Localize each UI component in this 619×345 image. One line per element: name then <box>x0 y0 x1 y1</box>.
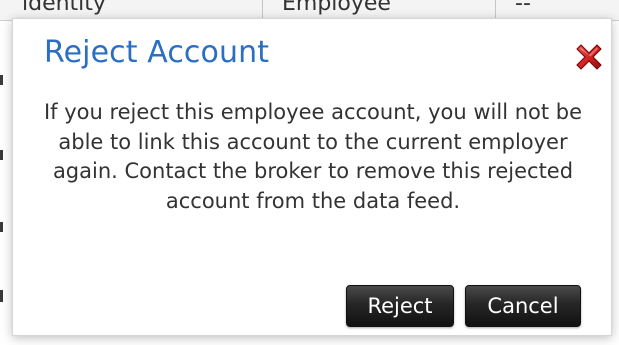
background-row-marker <box>0 150 3 160</box>
background-row-marker <box>0 222 3 232</box>
reject-button[interactable]: Reject <box>346 285 454 327</box>
dialog-actions: Reject Cancel <box>11 285 611 329</box>
background-row-marker <box>0 290 3 302</box>
background-row-marker <box>0 75 3 85</box>
close-button[interactable] <box>571 39 607 75</box>
reject-account-dialog: Reject Account If you reject this employ… <box>12 18 612 336</box>
dialog-message: If you reject this employee account, you… <box>43 100 583 213</box>
dialog-title: Reject Account <box>44 35 270 70</box>
close-icon <box>576 44 602 70</box>
background-header-dashes: -- <box>515 0 531 16</box>
background-header-divider <box>262 0 263 20</box>
background-header-employee: Employee <box>282 0 391 16</box>
background-header-divider <box>495 0 496 20</box>
cancel-button[interactable]: Cancel <box>465 285 581 327</box>
background-header-identity: ldentity <box>22 0 106 16</box>
